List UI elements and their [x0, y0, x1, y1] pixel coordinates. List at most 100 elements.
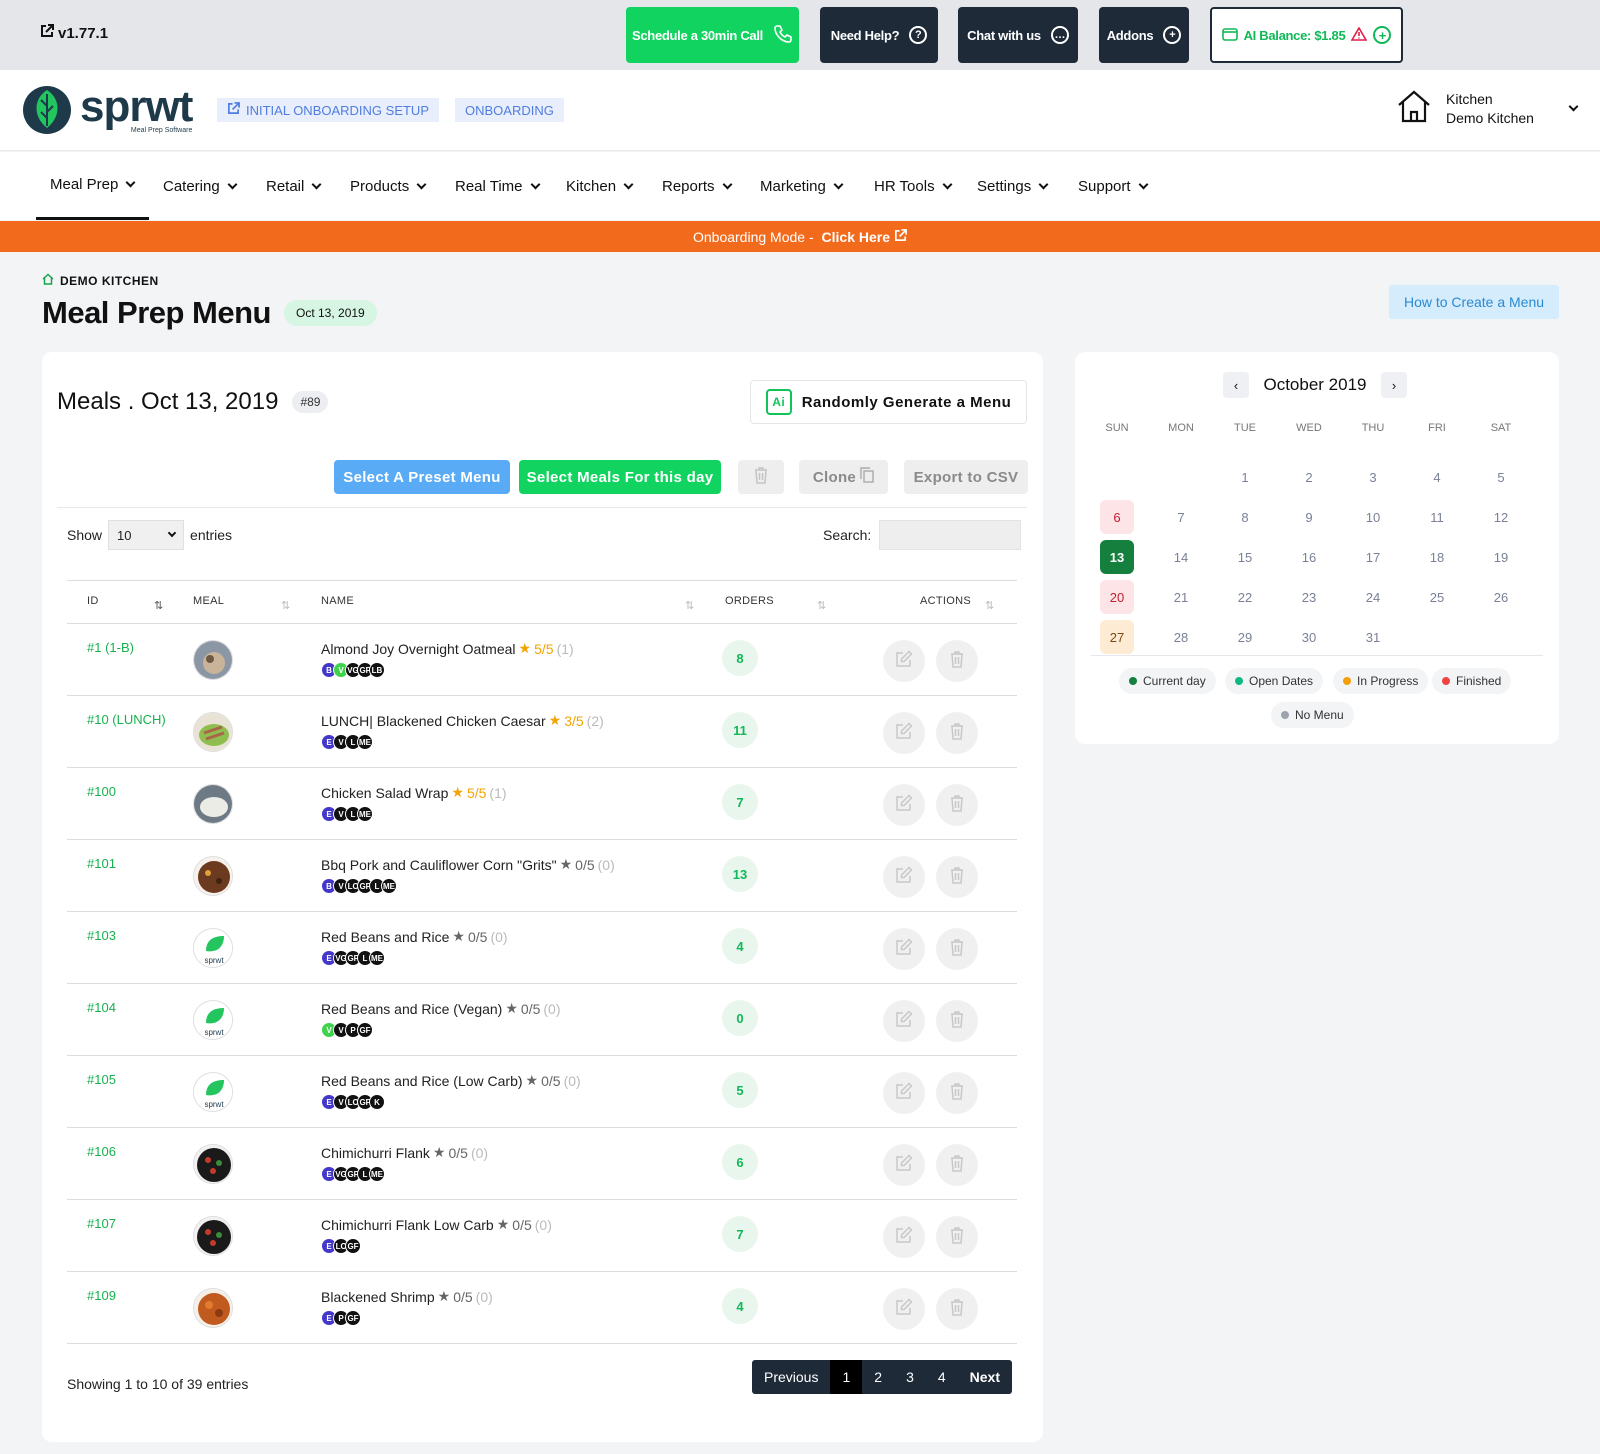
meal-id-link[interactable]: #105 — [87, 1072, 116, 1087]
delete-meal-button[interactable] — [936, 928, 978, 970]
pagination-page-1[interactable]: 1 — [830, 1360, 863, 1394]
meal-id-link[interactable]: #109 — [87, 1288, 116, 1303]
randomly-generate-menu-button[interactable]: Ai Randomly Generate a Menu — [750, 380, 1027, 424]
nav-support[interactable]: Support — [1078, 152, 1148, 220]
sort-icon[interactable]: ⇅ — [281, 599, 290, 612]
column-orders[interactable]: ORDERS — [725, 595, 774, 607]
calendar-day[interactable]: 21 — [1164, 580, 1198, 614]
calendar-day[interactable]: 2 — [1292, 460, 1326, 494]
pagination-page-3[interactable]: 3 — [894, 1360, 926, 1394]
meal-id-link[interactable]: #103 — [87, 928, 116, 943]
calendar-day[interactable]: 26 — [1484, 580, 1518, 614]
nav-settings[interactable]: Settings — [977, 152, 1049, 220]
meal-id-link[interactable]: #107 — [87, 1216, 116, 1231]
calendar-day[interactable]: 15 — [1228, 540, 1262, 574]
calendar-day[interactable]: 19 — [1484, 540, 1518, 574]
calendar-day[interactable]: 30 — [1292, 620, 1326, 654]
clone-button[interactable]: Clone — [799, 460, 888, 494]
calendar-day[interactable]: 20 — [1100, 580, 1134, 614]
edit-meal-button[interactable] — [883, 1000, 925, 1042]
delete-meal-button[interactable] — [936, 1216, 978, 1258]
calendar-day[interactable]: 25 — [1420, 580, 1454, 614]
calendar-day[interactable]: 28 — [1164, 620, 1198, 654]
pagination-previous[interactable]: Previous — [752, 1360, 830, 1394]
meal-id-link[interactable]: #100 — [87, 784, 116, 799]
nav-retail[interactable]: Retail — [266, 152, 322, 220]
sort-asc-icon[interactable]: ⇅ — [154, 599, 163, 612]
chat-button[interactable]: Chat with us … — [958, 7, 1078, 63]
calendar-day[interactable]: 18 — [1420, 540, 1454, 574]
calendar-day[interactable]: 8 — [1228, 500, 1262, 534]
pagination-page-4[interactable]: 4 — [926, 1360, 958, 1394]
calendar-day[interactable]: 11 — [1420, 500, 1454, 534]
calendar-day[interactable]: 1 — [1228, 460, 1262, 494]
pagination-page-2[interactable]: 2 — [862, 1360, 894, 1394]
select-meals-button[interactable]: Select Meals For this day — [519, 460, 721, 494]
ai-balance-button[interactable]: AI Balance: $1.85 + — [1210, 7, 1403, 63]
schedule-call-button[interactable]: Schedule a 30min Call — [626, 7, 799, 63]
how-to-create-menu-button[interactable]: How to Create a Menu — [1389, 285, 1559, 319]
onboarding-pill[interactable]: ONBOARDING — [455, 98, 564, 122]
delete-meal-button[interactable] — [936, 856, 978, 898]
sort-icon[interactable]: ⇅ — [685, 599, 694, 612]
onboarding-setup-link[interactable]: INITIAL ONBOARDING SETUP — [217, 98, 439, 122]
nav-products[interactable]: Products — [350, 152, 427, 220]
calendar-day[interactable]: 17 — [1356, 540, 1390, 574]
calendar-day[interactable]: 9 — [1292, 500, 1326, 534]
breadcrumb[interactable]: DEMO KITCHEN — [42, 273, 159, 288]
nav-kitchen[interactable]: Kitchen — [566, 152, 634, 220]
next-month-button[interactable]: › — [1380, 372, 1407, 398]
calendar-day[interactable]: 6 — [1100, 500, 1134, 534]
sort-icon[interactable]: ⇅ — [985, 599, 994, 612]
nav-meal-prep[interactable]: Meal Prep — [36, 152, 149, 220]
entries-select[interactable]: 10 — [108, 520, 185, 550]
meal-id-link[interactable]: #101 — [87, 856, 116, 871]
delete-meal-button[interactable] — [936, 640, 978, 682]
edit-meal-button[interactable] — [883, 784, 925, 826]
calendar-day[interactable]: 24 — [1356, 580, 1390, 614]
edit-meal-button[interactable] — [883, 1072, 925, 1114]
need-help-button[interactable]: Need Help? ? — [820, 7, 938, 63]
delete-meal-button[interactable] — [936, 1072, 978, 1114]
calendar-day[interactable]: 3 — [1356, 460, 1390, 494]
delete-meal-button[interactable] — [936, 712, 978, 754]
banner-click-here-link[interactable]: Click Here — [822, 229, 890, 245]
calendar-day[interactable]: 31 — [1356, 620, 1390, 654]
delete-meal-button[interactable] — [936, 784, 978, 826]
nav-hr-tools[interactable]: HR Tools — [874, 152, 953, 220]
prev-month-button[interactable]: ‹ — [1223, 372, 1249, 398]
calendar-day[interactable]: 10 — [1356, 500, 1390, 534]
delete-menu-button[interactable] — [738, 460, 784, 494]
meal-id-link[interactable]: #10 (LUNCH) — [87, 712, 166, 727]
edit-meal-button[interactable] — [883, 1288, 925, 1330]
calendar-day[interactable]: 12 — [1484, 500, 1518, 534]
edit-meal-button[interactable] — [883, 712, 925, 754]
kitchen-selector[interactable]: Kitchen Demo Kitchen — [1396, 88, 1579, 129]
nav-real-time[interactable]: Real Time — [455, 152, 540, 220]
nav-marketing[interactable]: Marketing — [760, 152, 844, 220]
calendar-day[interactable]: 13 — [1100, 540, 1134, 574]
meal-id-link[interactable]: #104 — [87, 1000, 116, 1015]
delete-meal-button[interactable] — [936, 1000, 978, 1042]
calendar-day[interactable]: 5 — [1484, 460, 1518, 494]
select-preset-menu-button[interactable]: Select A Preset Menu — [334, 460, 510, 494]
calendar-day[interactable]: 22 — [1228, 580, 1262, 614]
edit-meal-button[interactable] — [883, 856, 925, 898]
calendar-day[interactable]: 29 — [1228, 620, 1262, 654]
column-id[interactable]: ID — [87, 595, 99, 607]
meal-id-link[interactable]: #1 (1-B) — [87, 640, 134, 655]
search-input[interactable] — [879, 520, 1022, 550]
addons-button[interactable]: Addons + — [1099, 7, 1189, 63]
calendar-day[interactable]: 16 — [1292, 540, 1326, 574]
version-link[interactable]: v1.77.1 — [40, 24, 108, 42]
meal-id-link[interactable]: #106 — [87, 1144, 116, 1159]
calendar-day[interactable]: 7 — [1164, 500, 1198, 534]
sort-icon[interactable]: ⇅ — [817, 599, 826, 612]
column-meal[interactable]: MEAL — [193, 595, 224, 607]
calendar-day[interactable]: 27 — [1100, 620, 1134, 654]
nav-catering[interactable]: Catering — [163, 152, 238, 220]
sprwt-logo[interactable]: sprwt Meal Prep Software — [22, 80, 193, 138]
edit-meal-button[interactable] — [883, 1144, 925, 1186]
edit-meal-button[interactable] — [883, 1216, 925, 1258]
delete-meal-button[interactable] — [936, 1288, 978, 1330]
